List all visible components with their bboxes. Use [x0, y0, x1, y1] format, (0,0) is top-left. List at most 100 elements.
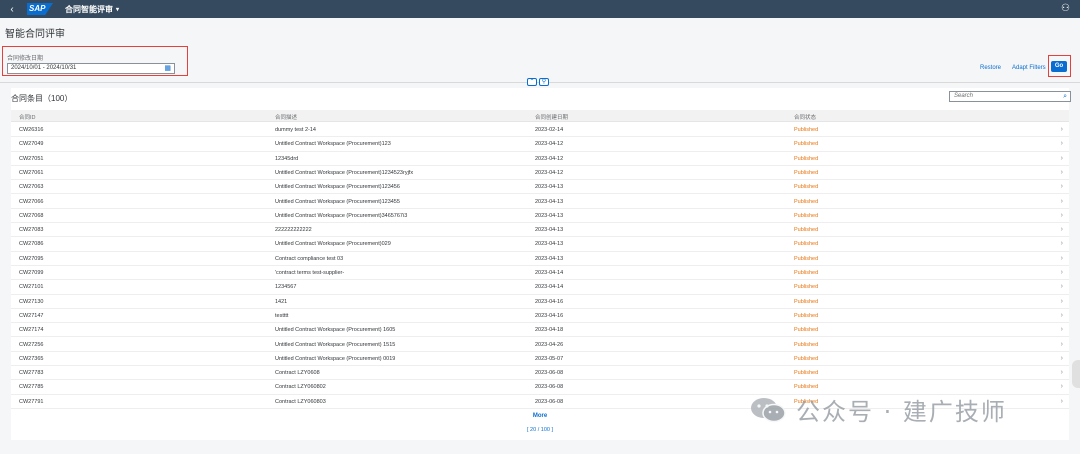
- pin-header-button[interactable]: ⚲: [539, 78, 549, 86]
- cell-status: Published: [794, 184, 819, 191]
- app-title-menu[interactable]: 合同智能评审 ▾: [65, 4, 119, 15]
- table-title: 合同条目（100）: [11, 94, 73, 103]
- table-row[interactable]: CW27365 Untitled Contract Workspace (Proc…: [11, 352, 1069, 367]
- chevron-right-icon[interactable]: ›: [1061, 169, 1063, 176]
- cell-created-date: 2023-06-08: [535, 370, 564, 377]
- search-input[interactable]: Search ⌕: [949, 91, 1071, 102]
- cell-description: Untitled Contract Workspace (Procurement…: [275, 198, 400, 205]
- cell-id: CW27147: [19, 312, 44, 319]
- cell-description: 'contract terms test-supplier-: [275, 270, 345, 276]
- table-row[interactable]: CW27049 Untitled Contract Workspace (Proc…: [11, 137, 1069, 152]
- chevron-right-icon[interactable]: ›: [1061, 341, 1063, 348]
- column-header-id[interactable]: 合同ID: [19, 113, 36, 121]
- table-row[interactable]: CW27783 Contract LZY0608 2023-06-08 Publish…: [11, 366, 1069, 381]
- table-row[interactable]: CW27095 Contract compliance test 03 2023-0…: [11, 252, 1069, 266]
- sap-logo[interactable]: SAP: [27, 3, 53, 15]
- cell-description: Contract LZY0608: [275, 370, 320, 377]
- chevron-right-icon[interactable]: ›: [1061, 126, 1063, 133]
- calendar-icon[interactable]: ▦: [164, 65, 171, 73]
- adapt-filters-button[interactable]: Adapt Filters: [1012, 65, 1046, 71]
- table-row[interactable]: CW27068 Untitled Contract Workspace (Proc…: [11, 209, 1069, 224]
- cell-created-date: 2023-04-12: [535, 169, 564, 176]
- go-button[interactable]: Go: [1051, 61, 1067, 72]
- chevron-right-icon[interactable]: ›: [1061, 326, 1063, 333]
- side-panel-handle[interactable]: [1072, 360, 1080, 388]
- cell-created-date: 2023-06-08: [535, 384, 564, 391]
- cell-id: CW27783: [19, 370, 44, 377]
- column-header-status[interactable]: 合同状态: [794, 113, 816, 121]
- cell-description: Contract LZY060803: [275, 398, 326, 405]
- app-title-label: 合同智能评审: [65, 4, 113, 14]
- date-range-input[interactable]: 2024/10/01 - 2024/10/31 ▦: [7, 63, 175, 74]
- table-row[interactable]: CW27083 222222222222 2023-04-13 Published ›: [11, 223, 1069, 238]
- cell-status: Published: [794, 312, 819, 319]
- user-icon[interactable]: ⚇: [1061, 3, 1070, 14]
- table-row[interactable]: CW26316 dummy test 2-14 2023-02-14 Publishe…: [11, 123, 1069, 138]
- paging-indicator: [ 20 / 100 ]: [527, 427, 553, 433]
- chevron-right-icon[interactable]: ›: [1061, 312, 1063, 319]
- cell-description: Untitled Contract Workspace (Procurement…: [275, 169, 414, 176]
- contract-table: 合同条目（100） Search ⌕ 合同ID 合同描述 合同创建日期 合同状态…: [11, 88, 1071, 440]
- cell-id: CW27791: [19, 398, 44, 405]
- collapse-header-button[interactable]: ⌃: [527, 78, 537, 86]
- chevron-down-icon: ▾: [116, 6, 120, 13]
- watermark: 公众号 · 建广技师: [750, 392, 1007, 427]
- shell-bar: ‹ SAP 合同智能评审 ▾ ⚇: [0, 0, 1080, 18]
- date-filter-label: 合同修改日期: [7, 56, 44, 62]
- table-row[interactable]: CW27063 Untitled Contract Workspace (Proc…: [11, 180, 1069, 195]
- restore-button[interactable]: Restore: [980, 65, 1001, 71]
- cell-created-date: 2023-04-14: [535, 284, 564, 291]
- table-row[interactable]: CW27147 testttt 2023-04-16 Published ›: [11, 309, 1069, 324]
- cell-status: Published: [794, 169, 819, 176]
- chevron-right-icon[interactable]: ›: [1061, 383, 1063, 390]
- chevron-right-icon[interactable]: ›: [1061, 240, 1063, 247]
- column-header-description[interactable]: 合同描述: [275, 113, 297, 121]
- cell-description: Untitled Contract Workspace (Procurement…: [275, 184, 400, 191]
- table-row[interactable]: CW27066 Untitled Contract Workspace (Proc…: [11, 195, 1069, 209]
- search-placeholder: Search: [954, 93, 974, 99]
- table-row[interactable]: CW27051 12345drd 2023-04-12 Published ›: [11, 152, 1069, 166]
- cell-created-date: 2023-04-13: [535, 227, 564, 234]
- chevron-right-icon[interactable]: ›: [1061, 212, 1063, 219]
- chevron-right-icon[interactable]: ›: [1061, 183, 1063, 190]
- table-row[interactable]: CW27174 Untitled Contract Workspace (Proc…: [11, 323, 1069, 338]
- chevron-right-icon[interactable]: ›: [1061, 369, 1063, 376]
- chevron-right-icon[interactable]: ›: [1061, 398, 1063, 405]
- cell-description: Contract compliance test 03: [275, 255, 344, 262]
- chevron-right-icon[interactable]: ›: [1061, 140, 1063, 147]
- chevron-right-icon[interactable]: ›: [1061, 355, 1063, 362]
- chevron-right-icon[interactable]: ›: [1061, 269, 1063, 276]
- chevron-right-icon[interactable]: ›: [1061, 198, 1063, 205]
- cell-description: 1421: [275, 298, 288, 305]
- cell-status: Published: [794, 241, 819, 248]
- cell-id: CW27061: [19, 169, 44, 176]
- table-row[interactable]: CW27101 1234567 2023-04-14 Published ›: [11, 280, 1069, 295]
- cell-description: Contract LZY060802: [275, 384, 326, 391]
- table-row[interactable]: CW27099 'contract terms test-supplier- 202…: [11, 266, 1069, 281]
- chevron-right-icon[interactable]: ›: [1061, 283, 1063, 290]
- table-row[interactable]: CW27130 1421 2023-04-16 Published ›: [11, 295, 1069, 309]
- cell-created-date: 2023-05-07: [535, 355, 564, 362]
- cell-status: Published: [794, 341, 819, 348]
- cell-created-date: 2023-04-14: [535, 270, 564, 276]
- search-icon[interactable]: ⌕: [1063, 92, 1067, 101]
- date-filter-group: 合同修改日期 2024/10/01 - 2024/10/31 ▦: [2, 46, 188, 76]
- cell-created-date: 2023-04-16: [535, 298, 564, 305]
- chevron-right-icon[interactable]: ›: [1061, 255, 1063, 262]
- cell-created-date: 2023-04-18: [535, 327, 564, 334]
- chevron-right-icon[interactable]: ›: [1061, 298, 1063, 305]
- cell-status: Published: [794, 270, 819, 276]
- back-icon[interactable]: ‹: [3, 4, 21, 15]
- cell-created-date: 2023-04-12: [535, 141, 564, 148]
- chevron-right-icon[interactable]: ›: [1061, 155, 1063, 162]
- table-row[interactable]: CW27061 Untitled Contract Workspace (Proc…: [11, 166, 1069, 181]
- cell-id: CW27101: [19, 284, 44, 291]
- chevron-right-icon[interactable]: ›: [1061, 226, 1063, 233]
- table-row[interactable]: CW27086 Untitled Contract Workspace (Proc…: [11, 237, 1069, 252]
- cell-description: Untitled Contract Workspace (Procurement…: [275, 341, 396, 348]
- column-header-created-date[interactable]: 合同创建日期: [535, 113, 568, 121]
- header-toggle-group: ⌃ ⚲: [527, 78, 549, 86]
- cell-created-date: 2023-04-16: [535, 312, 564, 319]
- table-row[interactable]: CW27256 Untitled Contract Workspace (Proc…: [11, 338, 1069, 352]
- cell-created-date: 2023-04-12: [535, 155, 564, 162]
